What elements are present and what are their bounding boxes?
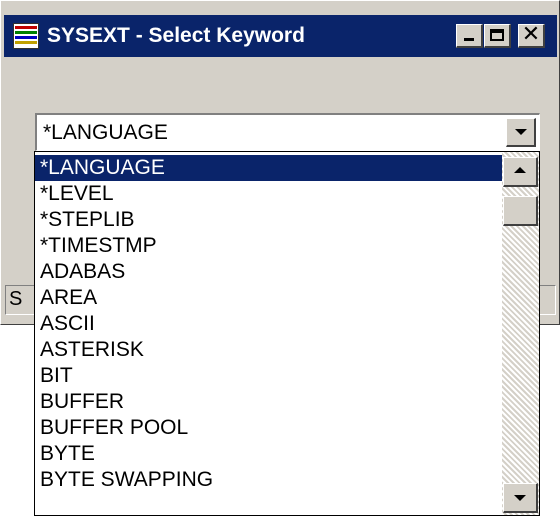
scroll-up-icon <box>514 167 526 173</box>
list-item[interactable]: BIT <box>35 363 502 389</box>
list-item[interactable]: *TIMESTMP <box>35 233 502 259</box>
list-item[interactable]: *STEPLIB <box>35 207 502 233</box>
status-field: S <box>5 285 35 315</box>
close-icon: ✕ <box>521 22 541 47</box>
list-item[interactable]: AREA <box>35 285 502 311</box>
maximize-icon <box>490 29 504 41</box>
scroll-up-button[interactable] <box>503 157 538 187</box>
keyword-list[interactable]: *LANGUAGE *LEVEL *STEPLIB *TIMESTMP ADABAS AR… <box>35 155 502 493</box>
maximize-button[interactable] <box>484 24 511 48</box>
scroll-down-button[interactable] <box>503 483 538 513</box>
sysext-app-icon[interactable] <box>13 23 39 49</box>
close-button[interactable]: ✕ <box>518 22 545 48</box>
keyword-combobox-value: *LANGUAGE <box>43 121 168 144</box>
title-bar[interactable]: SYSEXT - Select Keyword ✕ <box>4 15 557 57</box>
list-item[interactable]: BYTE <box>35 441 502 467</box>
list-item[interactable]: BUFFER <box>35 389 502 415</box>
chevron-down-icon <box>515 129 527 135</box>
list-item[interactable]: *LANGUAGE <box>35 155 502 181</box>
window-title: SYSEXT - Select Keyword <box>47 24 305 47</box>
keyword-dropdown-list[interactable]: *LANGUAGE *LEVEL *STEPLIB *TIMESTMP ADABAS AR… <box>34 151 540 516</box>
list-item[interactable]: BYTE SWAPPING <box>35 467 502 493</box>
list-item[interactable]: BUFFER POOL <box>35 415 502 441</box>
list-item[interactable]: ASTERISK <box>35 337 502 363</box>
scroll-down-icon <box>514 495 526 501</box>
list-item[interactable]: ASCII <box>35 311 502 337</box>
keyword-combobox[interactable]: *LANGUAGE <box>35 113 540 151</box>
list-item[interactable]: *LEVEL <box>35 181 502 207</box>
dropdown-button[interactable] <box>506 118 536 147</box>
scrollbar-thumb[interactable] <box>503 196 538 226</box>
vertical-scrollbar[interactable] <box>502 152 539 515</box>
status-text: S <box>9 288 23 310</box>
minimize-icon <box>464 38 474 41</box>
minimize-button[interactable] <box>456 24 483 48</box>
list-item[interactable]: ADABAS <box>35 259 502 285</box>
